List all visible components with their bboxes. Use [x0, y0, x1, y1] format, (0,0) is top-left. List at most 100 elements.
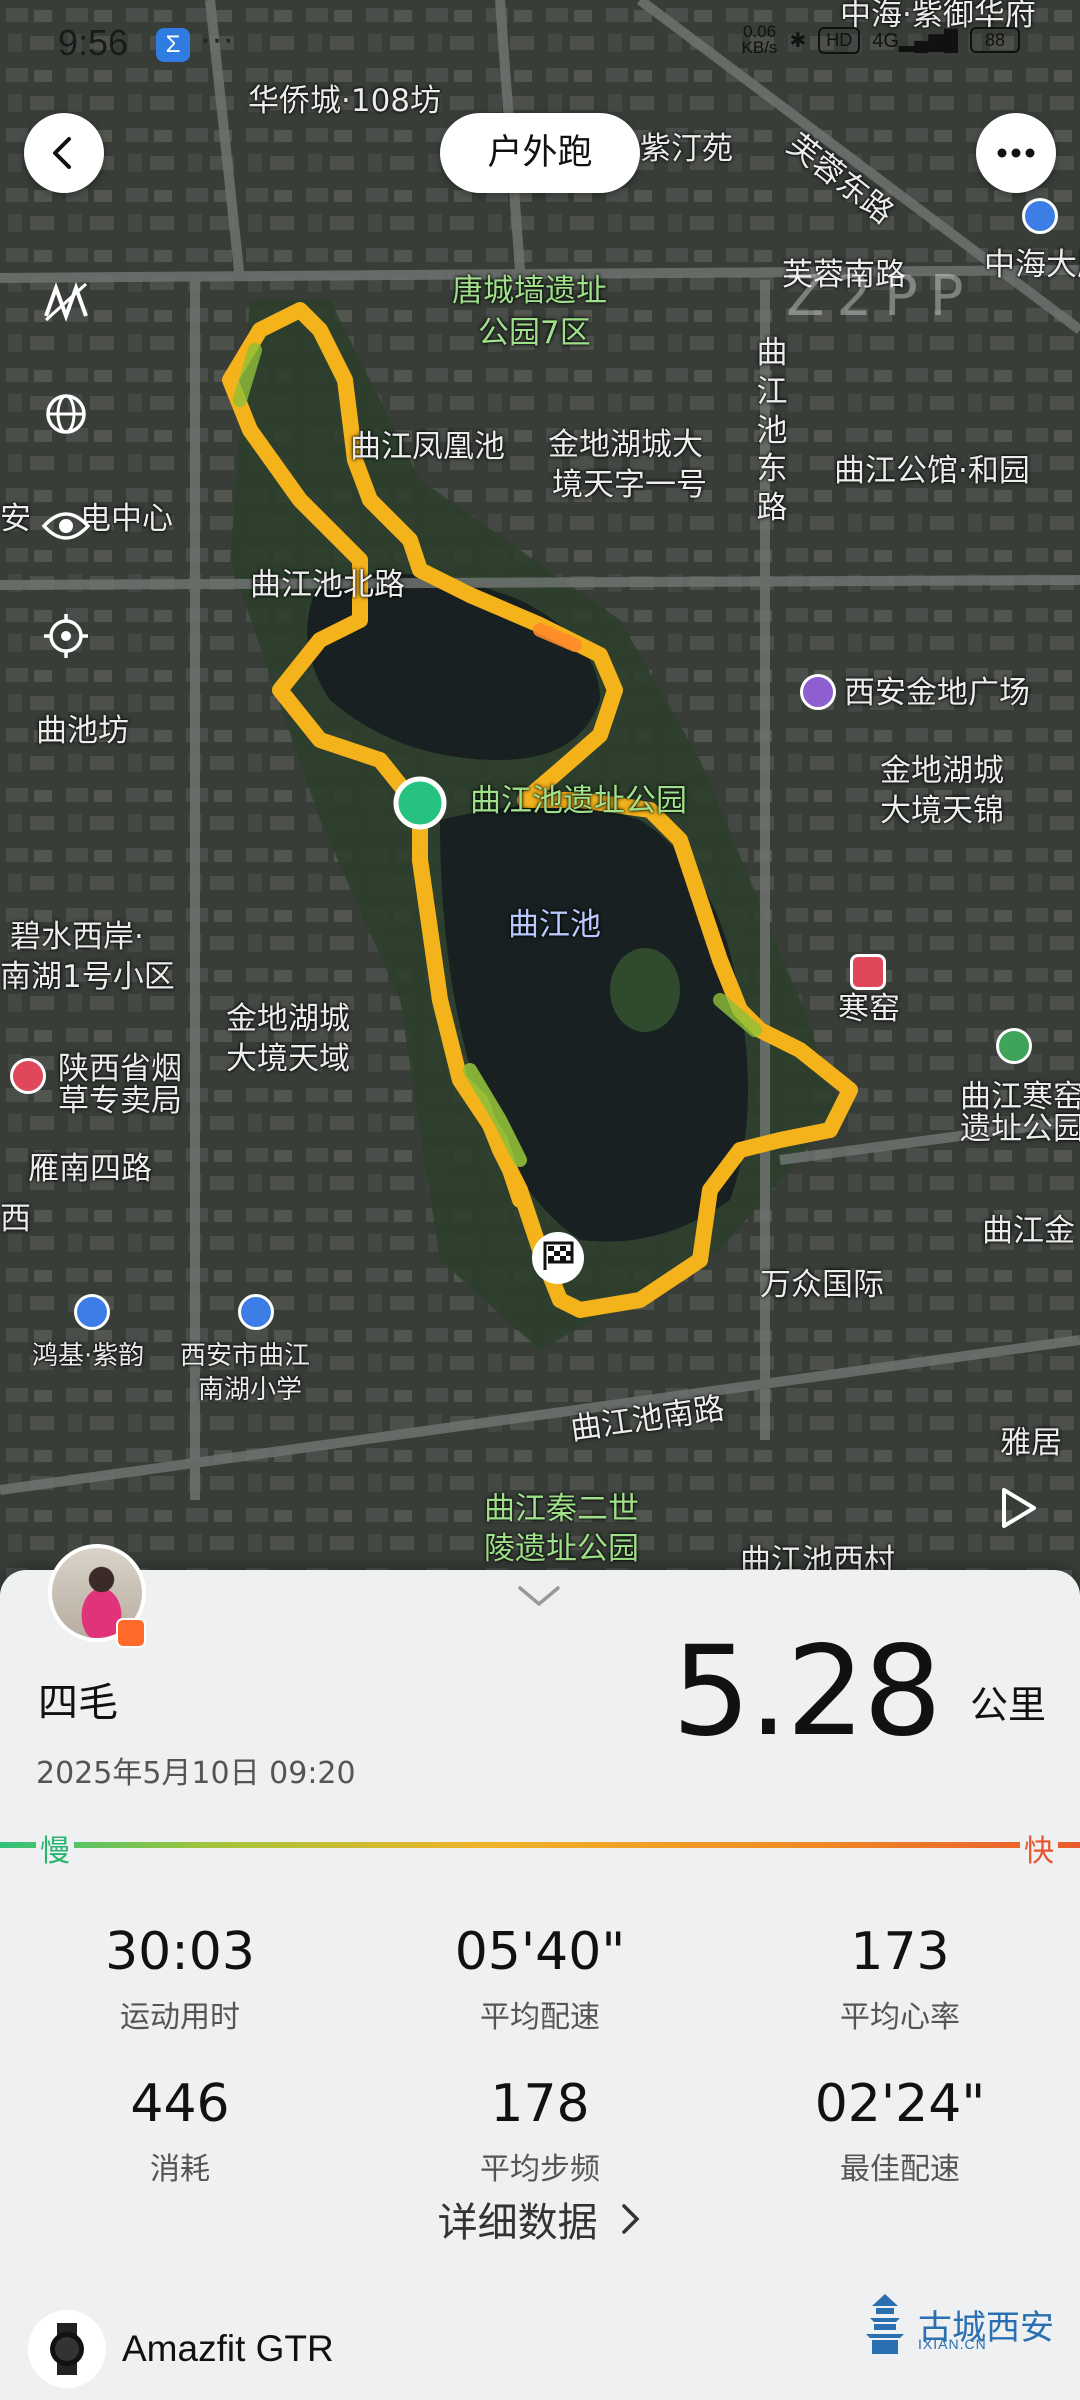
status-bar: 9:56 Σ ··· 0.06 KB/s ✱ HD 4G▂▄▆█ 88 [0, 0, 1080, 90]
eye-icon [41, 512, 91, 540]
map-label: 中海大厦 [984, 247, 1080, 283]
more-dots-icon [997, 148, 1035, 158]
map-label: 曲江秦二世 [484, 1491, 639, 1527]
stat-value: 05'40" [454, 1922, 626, 1982]
map-label: 西安市曲江 [180, 1341, 311, 1371]
map-label: 安 [0, 501, 31, 537]
watermark-url: IXIAN.CN [918, 2336, 987, 2352]
map-label: 雅居 [1000, 1425, 1062, 1461]
stat-label: 平均心率 [840, 2000, 960, 2035]
bluetooth-icon: ✱ [789, 29, 807, 52]
map-watermark-label: Z2PP [786, 264, 976, 329]
map-label: 公园7区 [478, 315, 591, 351]
site-watermark: 古城西安 IXIAN.CN [862, 2292, 1054, 2356]
locate-button[interactable] [38, 608, 94, 664]
map-label: 雁南四路 [28, 1151, 152, 1187]
activity-type-title: 户外跑 [440, 113, 640, 193]
visibility-toggle[interactable] [38, 498, 94, 554]
map-label: 曲江金 [982, 1213, 1075, 1249]
stat-avg-heart-rate: 173 平均心率 [720, 1922, 1080, 2036]
stat-value: 173 [850, 1922, 950, 1982]
map-label: 曲江公馆·和园 [834, 453, 1030, 489]
map-label: 西 [0, 1201, 31, 1237]
map-label: 紫汀苑 [640, 131, 733, 167]
poi-pin-icon [1022, 198, 1058, 234]
device-name: Amazfit GTR [122, 2328, 334, 2369]
km-marker-toggle[interactable] [38, 274, 94, 330]
stat-value: 02'24" [814, 2074, 986, 2134]
map-label: 万众国际 [760, 1267, 884, 1303]
stat-avg-pace: 05'40" 平均配速 [360, 1922, 720, 2036]
detail-data-link[interactable]: 详细数据 [0, 2190, 1080, 2248]
device-icon [28, 2310, 106, 2388]
stat-value: 178 [490, 2074, 590, 2134]
finish-flag-marker [532, 1232, 584, 1284]
stat-avg-cadence: 178 平均步频 [360, 2074, 720, 2188]
poi-pin-icon [10, 1058, 46, 1094]
avatar-badge-icon [116, 1618, 146, 1648]
map-layer-button[interactable] [38, 386, 94, 442]
chevron-right-icon [622, 2204, 640, 2234]
map-label: 曲江池北路 [250, 567, 405, 603]
replay-button[interactable] [990, 1480, 1046, 1536]
distance-value: 5.28 [671, 1620, 942, 1764]
map-label: 金地湖城大 [548, 427, 703, 463]
poi-pin-icon [800, 674, 836, 710]
map-label: 唐城墙遗址 [452, 273, 607, 309]
back-button[interactable] [24, 113, 104, 193]
stat-label: 消耗 [150, 2152, 210, 2187]
stat-value: 30:03 [105, 1922, 255, 1982]
net-speed: 0.06 KB/s [741, 22, 778, 57]
stat-best-pace: 02'24" 最佳配速 [720, 2074, 1080, 2188]
stat-duration: 30:03 运动用时 [0, 1922, 360, 2036]
map-label: 南湖1号小区 [0, 959, 175, 995]
distance-unit: 公里 [969, 1683, 1046, 1727]
map-label: 金地湖城 [226, 1001, 350, 1037]
play-icon [1002, 1488, 1036, 1528]
pace-gradient-bar [0, 1842, 1080, 1848]
route-map[interactable]: 华侨城·108坊 紫汀苑 中海·紫御华府 芙蓉东路 芙蓉南路 中海大厦 唐城墙遗… [0, 0, 1080, 1600]
map-label: 曲江池东路 [756, 335, 788, 526]
map-label: 大境天锦 [880, 793, 1004, 829]
map-label: 鸿基·紫韵 [32, 1341, 145, 1371]
pace-slow-label: 慢 [36, 1826, 74, 1870]
map-label: 曲江凤凰池 [350, 429, 505, 465]
map-label: 西安金地广场 [844, 675, 1030, 711]
hd-icon: HD [818, 26, 861, 54]
map-label: 曲池坊 [36, 713, 129, 749]
map-label: 陵遗址公园 [484, 1531, 639, 1567]
user-name: 四毛 [38, 1680, 118, 1726]
watch-icon [50, 2323, 84, 2375]
chevron-left-icon [53, 137, 71, 169]
map-label: 南湖小学 [198, 1375, 303, 1405]
start-point-marker [393, 776, 447, 830]
summary-panel: 四毛 2025年5月10日 09:20 5.28 公里 慢 快 30:03 运动… [0, 1544, 1080, 2400]
locate-icon [44, 614, 88, 658]
map-label: 碧水西岸· [10, 919, 144, 955]
signal-icon: 4G▂▄▆█ [872, 29, 958, 52]
map-label: 曲江池遗址公园 [470, 783, 687, 819]
stat-label: 平均步频 [480, 2152, 600, 2187]
app-notification-icon: Σ [156, 28, 190, 62]
status-indicators: 0.06 KB/s ✱ HD 4G▂▄▆█ 88 [741, 22, 1020, 57]
activity-date: 2025年5月10日 09:20 [36, 1756, 356, 1791]
map-label: 金地湖城 [880, 753, 1004, 789]
lake-label: 曲江池 [508, 907, 601, 943]
poi-pin-icon [850, 954, 886, 990]
stat-calories: 446 消耗 [0, 2074, 360, 2188]
battery-icon: 88 [970, 27, 1020, 53]
stat-value: 446 [130, 2074, 230, 2134]
poi-pin-icon [74, 1294, 110, 1330]
stat-label: 运动用时 [120, 2000, 240, 2035]
map-label: 遗址公园 [960, 1111, 1080, 1147]
poi-pin-icon [238, 1294, 274, 1330]
more-button[interactable] [976, 113, 1056, 193]
map-label: 草专卖局 [58, 1083, 182, 1119]
more-notifications-icon: ··· [200, 20, 234, 58]
map-label: 大境天域 [226, 1041, 350, 1077]
pace-fast-label: 快 [1020, 1826, 1058, 1870]
pagoda-logo-icon [866, 2294, 904, 2354]
collapse-button[interactable] [516, 1584, 562, 1615]
stat-label: 平均配速 [480, 2000, 600, 2035]
map-label: 寒窑 [838, 991, 900, 1027]
